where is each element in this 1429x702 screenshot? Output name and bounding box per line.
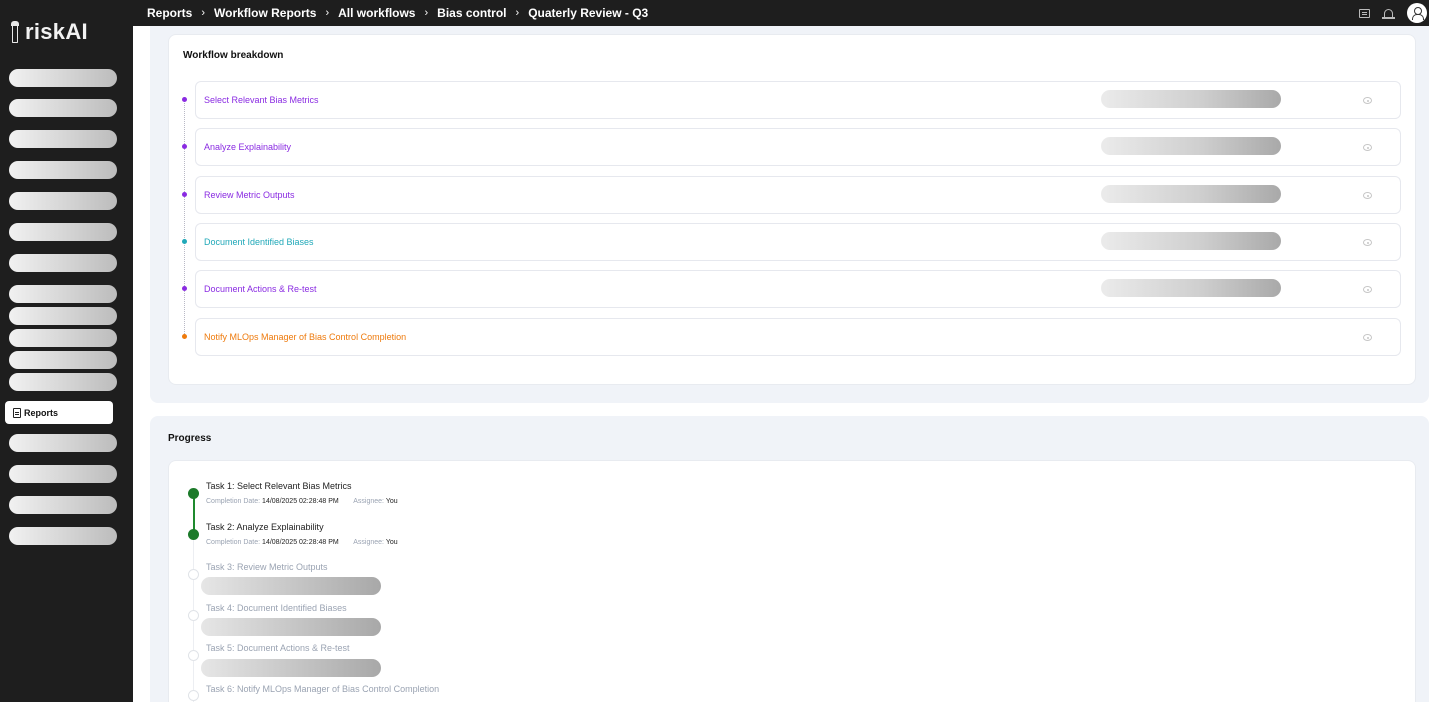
step-label: Analyze Explainability xyxy=(204,142,292,152)
step-status-placeholder xyxy=(1101,90,1281,108)
assignee-label: Assignee: xyxy=(353,498,384,505)
task-status-dot xyxy=(188,690,199,701)
chat-icon[interactable] xyxy=(1359,8,1370,18)
breadcrumb-all-workflows[interactable]: All workflows xyxy=(338,6,415,20)
eye-icon[interactable] xyxy=(1363,97,1372,104)
workflow-step[interactable]: Document Actions & Re-test xyxy=(195,270,1401,308)
workflow-step[interactable]: Analyze Explainability xyxy=(195,128,1401,166)
step-label: Select Relevant Bias Metrics xyxy=(204,95,319,105)
workflow-title: Workflow breakdown xyxy=(183,50,284,61)
sidebar-item-placeholder[interactable] xyxy=(9,254,117,272)
task-title: Task 4: Document Identified Biases xyxy=(206,603,347,613)
sidebar-item-placeholder[interactable] xyxy=(9,434,117,452)
workflow-timeline xyxy=(184,100,185,336)
eye-icon[interactable] xyxy=(1363,192,1372,199)
step-status-dot xyxy=(182,239,187,244)
task-status-dot xyxy=(188,650,199,661)
breadcrumb-bias-control[interactable]: Bias control xyxy=(437,6,506,20)
progress-title: Progress xyxy=(168,433,212,444)
user-avatar[interactable] xyxy=(1407,3,1427,23)
eye-icon[interactable] xyxy=(1363,144,1372,151)
task-status-dot xyxy=(188,569,199,580)
brand-name: riskAI xyxy=(25,19,88,44)
task-title: Task 3: Review Metric Outputs xyxy=(206,562,328,572)
eye-icon[interactable] xyxy=(1363,239,1372,246)
breadcrumb: Reports › Workflow Reports › All workflo… xyxy=(147,6,648,20)
step-label: Document Identified Biases xyxy=(204,237,314,247)
sidebar-item-placeholder[interactable] xyxy=(9,285,117,303)
task-title: Task 2: Analyze Explainability xyxy=(206,522,324,532)
step-label: Document Actions & Re-test xyxy=(204,284,317,294)
completion-date-label: Completion Date: xyxy=(206,539,261,546)
completion-date-label: Completion Date: xyxy=(206,498,261,505)
step-status-placeholder xyxy=(1101,185,1281,203)
step-label: Notify MLOps Manager of Bias Control Com… xyxy=(204,332,407,342)
assignee-value: You xyxy=(385,498,398,505)
breadcrumb-current: Quaterly Review - Q3 xyxy=(528,6,649,20)
sidebar-item-placeholder[interactable] xyxy=(9,192,117,210)
task-status-dot xyxy=(188,529,199,540)
step-label: Review Metric Outputs xyxy=(204,190,295,200)
sidebar: riskAI Reports xyxy=(0,0,133,702)
sidebar-item-placeholder[interactable] xyxy=(9,465,117,483)
document-icon xyxy=(13,407,21,418)
task-status-dot xyxy=(188,610,199,621)
sidebar-item-placeholder[interactable] xyxy=(9,527,117,545)
step-status-dot xyxy=(182,334,187,339)
task-meta: Completion Date: 14/08/2025 02:28:48 PM … xyxy=(206,498,398,505)
assignee-value: You xyxy=(385,539,398,546)
task-status-dot xyxy=(188,488,199,499)
sidebar-item-placeholder[interactable] xyxy=(9,161,117,179)
sidebar-item-reports[interactable]: Reports xyxy=(5,401,113,424)
lighthouse-icon xyxy=(8,19,22,45)
sidebar-item-label: Reports xyxy=(24,407,59,418)
workflow-step[interactable]: Document Identified Biases xyxy=(195,223,1401,261)
sidebar-item-placeholder[interactable] xyxy=(9,130,117,148)
chevron-right-icon: › xyxy=(201,7,206,19)
sidebar-item-placeholder[interactable] xyxy=(9,329,117,347)
step-status-placeholder xyxy=(1101,137,1281,155)
step-status-dot xyxy=(182,144,187,149)
step-status-placeholder xyxy=(1101,279,1281,297)
task-details-placeholder xyxy=(201,659,381,677)
task-title: Task 1: Select Relevant Bias Metrics xyxy=(206,481,352,491)
task-details-placeholder xyxy=(201,577,381,595)
task-meta: Completion Date: 14/08/2025 02:28:48 PM … xyxy=(206,539,398,546)
chevron-right-icon: › xyxy=(424,7,429,19)
task-details-placeholder xyxy=(201,618,381,636)
completion-date-value: 14/08/2025 02:28:48 PM xyxy=(262,498,339,505)
step-status-dot xyxy=(182,192,187,197)
completion-date-value: 14/08/2025 02:28:48 PM xyxy=(262,539,339,546)
step-status-placeholder xyxy=(1101,232,1281,250)
eye-icon[interactable] xyxy=(1363,286,1372,293)
sidebar-item-placeholder[interactable] xyxy=(9,373,117,391)
step-status-dot xyxy=(182,97,187,102)
workflow-step[interactable]: Select Relevant Bias Metrics xyxy=(195,81,1401,119)
brand-logo[interactable]: riskAI xyxy=(8,17,88,47)
sidebar-item-placeholder[interactable] xyxy=(9,351,117,369)
sidebar-item-placeholder[interactable] xyxy=(9,99,117,117)
sidebar-item-placeholder[interactable] xyxy=(9,307,117,325)
sidebar-item-placeholder[interactable] xyxy=(9,223,117,241)
step-status-dot xyxy=(182,286,187,291)
bell-icon[interactable] xyxy=(1382,8,1395,19)
task-title: Task 6: Notify MLOps Manager of Bias Con… xyxy=(206,684,440,694)
sidebar-item-placeholder[interactable] xyxy=(9,69,117,87)
breadcrumb-reports[interactable]: Reports xyxy=(147,6,192,20)
assignee-label: Assignee: xyxy=(353,539,384,546)
workflow-step[interactable]: Notify MLOps Manager of Bias Control Com… xyxy=(195,318,1401,356)
eye-icon[interactable] xyxy=(1363,334,1372,341)
breadcrumb-workflow-reports[interactable]: Workflow Reports xyxy=(214,6,316,20)
top-bar: Reports › Workflow Reports › All workflo… xyxy=(133,0,1429,26)
task-title: Task 5: Document Actions & Re-test xyxy=(206,643,350,653)
chevron-right-icon: › xyxy=(325,7,330,19)
workflow-step[interactable]: Review Metric Outputs xyxy=(195,176,1401,214)
sidebar-item-placeholder[interactable] xyxy=(9,496,117,514)
top-actions xyxy=(1359,0,1429,26)
chevron-right-icon: › xyxy=(515,7,520,19)
